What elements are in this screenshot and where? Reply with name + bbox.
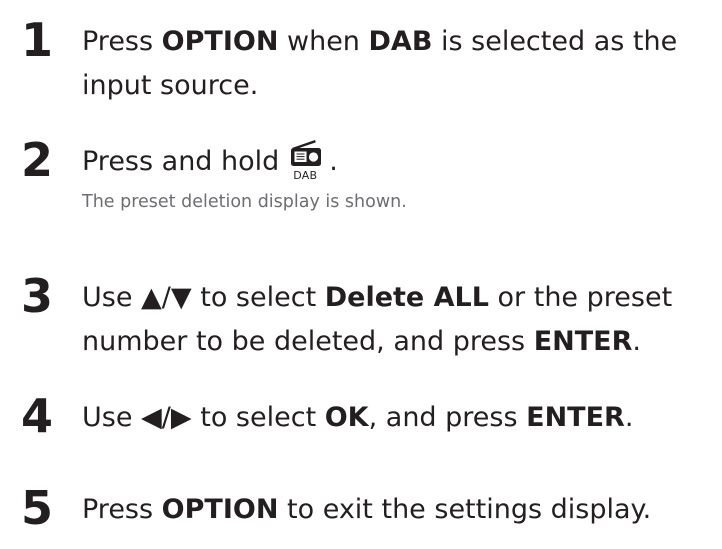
radio-icon: DAB — [287, 140, 323, 184]
ok-label: OK — [324, 402, 369, 433]
enter-key-label: ENTER — [526, 402, 625, 433]
step-text-line: Press OPTION to exit the settings displa… — [82, 494, 652, 525]
step-number: 4 — [21, 389, 54, 443]
step-number: 2 — [21, 133, 54, 187]
step-text-line: input source. — [82, 70, 259, 101]
option-key-label: OPTION — [161, 494, 279, 525]
option-key-label: OPTION — [161, 26, 279, 57]
dab-source-label: DAB — [368, 26, 433, 57]
up-down-arrows-icon: ▲/▼ — [141, 282, 192, 313]
step-number: 3 — [21, 269, 54, 323]
step-number: 5 — [21, 481, 54, 535]
step-text-line: number to be deleted, and press ENTER. — [82, 326, 641, 357]
step-number: 1 — [21, 13, 54, 67]
step-text-line: Press and hold DAB. — [82, 140, 338, 184]
radio-icon-label: DAB — [293, 169, 318, 182]
step-note: The preset deletion display is shown. — [82, 192, 407, 212]
step-text-line: Use ◀/▶ to select OK, and press ENTER. — [82, 402, 634, 433]
delete-all-label: Delete ALL — [324, 282, 489, 313]
enter-key-label: ENTER — [533, 326, 633, 357]
left-right-arrows-icon: ◀/▶ — [141, 402, 192, 433]
step-text-line: Use ▲/▼ to select Delete ALL or the pres… — [82, 282, 673, 313]
step-text-line: Press OPTION when DAB is selected as the — [82, 26, 678, 57]
